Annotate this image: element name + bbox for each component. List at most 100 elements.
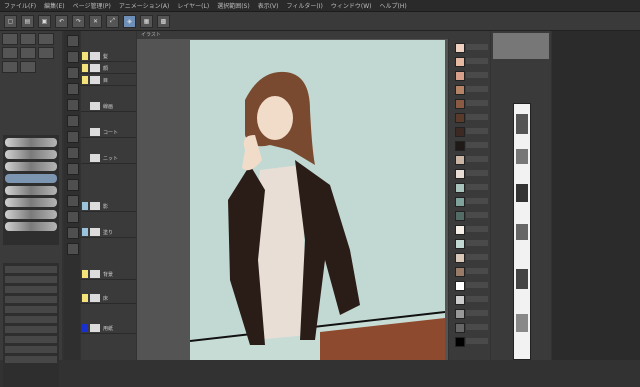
layer-row[interactable]: 線画 bbox=[81, 101, 136, 112]
layer-row[interactable]: 影 bbox=[81, 201, 136, 212]
brush-item[interactable] bbox=[5, 150, 57, 159]
menu-file[interactable]: ファイル(F) bbox=[0, 1, 40, 10]
tool-tab[interactable] bbox=[2, 61, 18, 73]
blend-tool-icon[interactable] bbox=[67, 243, 79, 255]
brush-item[interactable] bbox=[5, 162, 57, 171]
color-swatch[interactable] bbox=[455, 225, 465, 235]
layer-row[interactable]: 顔 bbox=[81, 63, 136, 74]
color-swatch[interactable] bbox=[455, 337, 465, 347]
property-row[interactable] bbox=[5, 276, 57, 283]
tool-tab[interactable] bbox=[20, 47, 36, 59]
color-swatch[interactable] bbox=[455, 57, 465, 67]
color-swatch[interactable] bbox=[455, 323, 465, 333]
tool-tab[interactable] bbox=[38, 47, 54, 59]
color-swatch[interactable] bbox=[455, 281, 465, 291]
canvas-paper[interactable] bbox=[190, 40, 445, 360]
property-row[interactable] bbox=[5, 306, 57, 313]
eraser-tool-icon[interactable] bbox=[67, 163, 79, 175]
canvas-area[interactable]: イラスト bbox=[137, 31, 452, 360]
gradient-tool-icon[interactable] bbox=[67, 195, 79, 207]
brush-item[interactable] bbox=[5, 222, 57, 231]
color-swatch[interactable] bbox=[455, 183, 465, 193]
fill-tool-icon[interactable] bbox=[67, 179, 79, 191]
tool-tab[interactable] bbox=[38, 33, 54, 45]
open-icon[interactable]: ▤ bbox=[21, 14, 34, 28]
property-row[interactable] bbox=[5, 286, 57, 293]
property-row[interactable] bbox=[5, 326, 57, 333]
brush-tool-icon[interactable] bbox=[67, 131, 79, 143]
color-swatch[interactable] bbox=[455, 267, 465, 277]
property-row[interactable] bbox=[5, 336, 57, 343]
grid-icon[interactable]: ▩ bbox=[157, 14, 170, 28]
color-swatch[interactable] bbox=[455, 309, 465, 319]
menu-edit[interactable]: 編集(E) bbox=[40, 1, 68, 10]
tool-tab[interactable] bbox=[2, 33, 18, 45]
menu-help[interactable]: ヘルプ(H) bbox=[375, 1, 410, 10]
clear-icon[interactable]: ✕ bbox=[89, 14, 102, 28]
figure-tool-icon[interactable] bbox=[67, 211, 79, 223]
color-swatch[interactable] bbox=[455, 127, 465, 137]
redo-icon[interactable]: ↷ bbox=[72, 14, 85, 28]
save-icon[interactable]: ▣ bbox=[38, 14, 51, 28]
layer-name: 影 bbox=[103, 203, 109, 210]
color-swatch[interactable] bbox=[455, 211, 465, 221]
property-row[interactable] bbox=[5, 266, 57, 273]
airbrush-tool-icon[interactable] bbox=[67, 147, 79, 159]
color-swatch[interactable] bbox=[455, 239, 465, 249]
color-swatch[interactable] bbox=[455, 43, 465, 53]
pen-tool-icon[interactable] bbox=[67, 99, 79, 111]
color-swatch[interactable] bbox=[455, 253, 465, 263]
property-row[interactable] bbox=[5, 316, 57, 323]
navigator-thumbnail[interactable] bbox=[493, 33, 549, 59]
property-row[interactable] bbox=[5, 346, 57, 353]
layer-row[interactable]: コート bbox=[81, 127, 136, 138]
menu-animation[interactable]: アニメーション(A) bbox=[115, 1, 174, 10]
color-swatch[interactable] bbox=[455, 197, 465, 207]
layer-row[interactable]: 目 bbox=[81, 75, 136, 86]
brush-item-selected[interactable] bbox=[5, 174, 57, 183]
pencil-tool-icon[interactable] bbox=[67, 115, 79, 127]
tool-tab[interactable] bbox=[2, 47, 18, 59]
layer-row[interactable]: 用紙 bbox=[81, 323, 136, 334]
text-tool-icon[interactable] bbox=[67, 227, 79, 239]
canvas-tab[interactable]: イラスト bbox=[137, 31, 452, 39]
color-swatch[interactable] bbox=[455, 71, 465, 81]
layer-row[interactable]: 床 bbox=[81, 293, 136, 304]
layer-row[interactable]: 髪 bbox=[81, 51, 136, 62]
layer-color-icon bbox=[82, 324, 88, 332]
new-icon[interactable]: ▢ bbox=[4, 14, 17, 28]
property-row[interactable] bbox=[5, 296, 57, 303]
layer-row[interactable]: 背景 bbox=[81, 269, 136, 280]
snap-icon[interactable]: ◈ bbox=[123, 14, 136, 28]
menu-selection[interactable]: 選択範囲(S) bbox=[213, 1, 254, 10]
ruler-icon[interactable]: ▦ bbox=[140, 14, 153, 28]
zoom-tool-icon[interactable] bbox=[67, 51, 79, 63]
color-swatch[interactable] bbox=[455, 169, 465, 179]
color-swatch[interactable] bbox=[455, 155, 465, 165]
eyedropper-tool-icon[interactable] bbox=[67, 83, 79, 95]
color-swatch[interactable] bbox=[455, 113, 465, 123]
color-swatch[interactable] bbox=[455, 99, 465, 109]
menu-page[interactable]: ページ管理(P) bbox=[69, 1, 115, 10]
undo-icon[interactable]: ↶ bbox=[55, 14, 68, 28]
move-tool-icon[interactable] bbox=[67, 35, 79, 47]
brush-item[interactable] bbox=[5, 186, 57, 195]
layer-row[interactable]: ニット bbox=[81, 153, 136, 164]
transform-icon[interactable]: ⤢ bbox=[106, 14, 119, 28]
swatch-label bbox=[466, 212, 488, 218]
brush-item[interactable] bbox=[5, 210, 57, 219]
layer-row[interactable]: 塗り bbox=[81, 227, 136, 238]
menu-filter[interactable]: フィルター(I) bbox=[283, 1, 327, 10]
tool-tab[interactable] bbox=[20, 61, 36, 73]
brush-item[interactable] bbox=[5, 198, 57, 207]
select-tool-icon[interactable] bbox=[67, 67, 79, 79]
color-swatch[interactable] bbox=[455, 141, 465, 151]
tool-tab[interactable] bbox=[20, 33, 36, 45]
menu-window[interactable]: ウィンドウ(W) bbox=[327, 1, 376, 10]
menu-view[interactable]: 表示(V) bbox=[254, 1, 283, 10]
color-swatch[interactable] bbox=[455, 85, 465, 95]
reference-strip[interactable] bbox=[513, 103, 531, 360]
brush-item[interactable] bbox=[5, 138, 57, 147]
color-swatch[interactable] bbox=[455, 295, 465, 305]
menu-layer[interactable]: レイヤー(L) bbox=[173, 1, 213, 10]
